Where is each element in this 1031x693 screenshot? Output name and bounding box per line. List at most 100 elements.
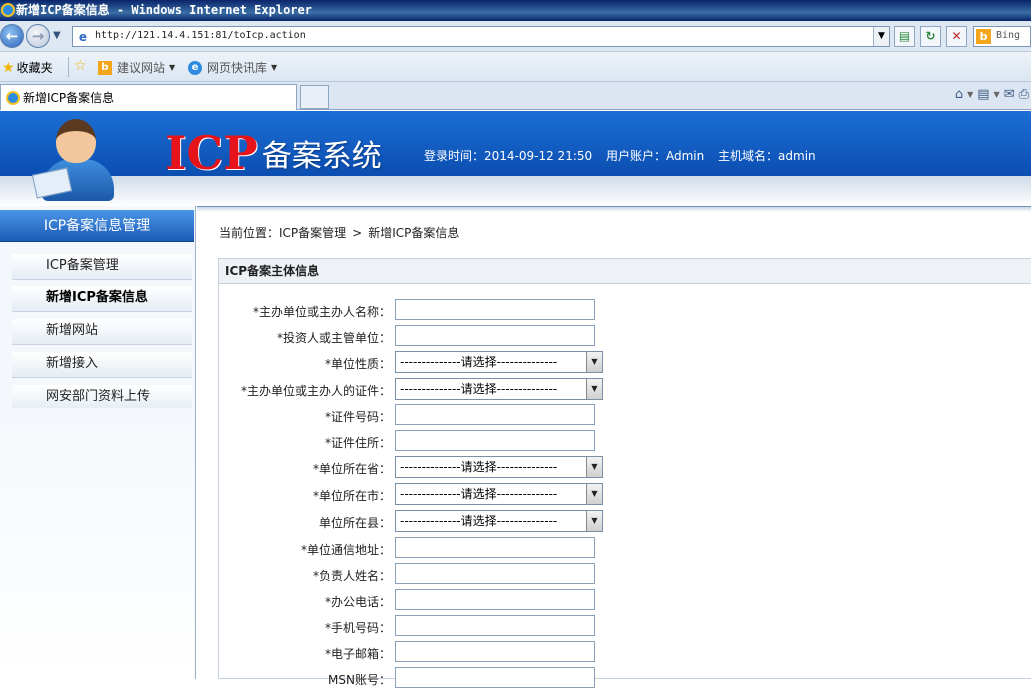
- favorites-item-label: 建议网站: [117, 61, 166, 75]
- login-time: 登录时间：2014-09-12 21:50: [424, 149, 593, 163]
- investor-input[interactable]: [395, 325, 595, 346]
- contact-name-input[interactable]: [395, 563, 595, 584]
- page-icon: e: [78, 30, 88, 44]
- field-label: *办公电话：: [324, 595, 391, 609]
- new-tab-button[interactable]: [300, 85, 329, 109]
- bing-icon: b: [976, 29, 991, 44]
- feeds-icon[interactable]: ▤: [977, 87, 989, 102]
- favorites-button[interactable]: ★ 收藏夹: [2, 59, 53, 76]
- mail-icon[interactable]: ✉: [1004, 87, 1015, 102]
- user-account: 用户账户：Admin: [605, 149, 705, 163]
- sidebar: ICP备案信息管理 ICP备案管理 新增ICP备案信息 新增网站 新增接入 网安…: [0, 206, 196, 679]
- logo-main-text: ICP: [165, 126, 258, 180]
- breadcrumb-current: 新增ICP备案信息: [368, 226, 460, 240]
- mailing-address-input[interactable]: [395, 537, 595, 558]
- system-logo: ICP 备案系统: [165, 127, 382, 179]
- logo-sub-text: 备案系统: [261, 139, 382, 174]
- chevron-down-icon[interactable]: ▼: [586, 352, 602, 372]
- field-label: *手机号码：: [324, 621, 391, 635]
- certificate-type-select[interactable]: --------------请选择-------------- ▼: [395, 378, 603, 400]
- star-icon: ★: [2, 59, 15, 76]
- field-label: MSN账号：: [328, 673, 391, 687]
- back-button[interactable]: ←: [0, 24, 24, 48]
- internet-explorer-icon: e: [188, 60, 202, 75]
- host-domain: 主机域名：admin: [718, 149, 816, 163]
- field-label: *负责人姓名：: [312, 569, 391, 583]
- form-title: ICP备案主体信息: [219, 259, 1031, 284]
- form-row: *手机号码：: [219, 615, 1031, 641]
- form-row: MSN账号：: [219, 667, 1031, 693]
- user-avatar-illustration: [31, 119, 124, 204]
- field-label: *单位所在市：: [312, 489, 391, 503]
- address-dropdown[interactable]: ▼: [873, 27, 889, 46]
- command-bar: ⌂ ▼ ▤ ▼ ✉ ⎙: [955, 87, 1029, 102]
- favorites-item-web-slice-gallery[interactable]: e 网页快讯库 ▼: [188, 59, 277, 76]
- login-info: 登录时间：2014-09-12 21:50 用户账户：Admin 主机域名：ad…: [424, 147, 826, 164]
- unit-nature-select[interactable]: --------------请选择-------------- ▼: [395, 351, 603, 373]
- field-label: 单位所在县：: [318, 516, 391, 530]
- address-bar[interactable]: e http://121.14.4.151:81/toIcp.action ▼: [72, 26, 890, 47]
- favorites-item-label: 网页快讯库: [207, 61, 268, 75]
- favorites-item-suggested-sites[interactable]: b 建议网站 ▼: [98, 59, 175, 76]
- form-row: *单位所在市： --------------请选择-------------- …: [219, 483, 1031, 509]
- county-select[interactable]: --------------请选择-------------- ▼: [395, 510, 603, 532]
- address-toolbar: ← → ▼ e http://121.14.4.151:81/toIcp.act…: [0, 21, 1031, 52]
- certificate-address-input[interactable]: [395, 430, 595, 451]
- home-icon[interactable]: ⌂: [955, 87, 963, 102]
- bing-icon: b: [98, 60, 112, 75]
- main-top-border: [197, 206, 1031, 212]
- form-row: *主办单位或主办人的证件： --------------请选择---------…: [219, 378, 1031, 404]
- select-value: --------------请选择--------------: [400, 355, 558, 369]
- favorites-bar: ★ 收藏夹 ☆ b 建议网站 ▼ e 网页快讯库 ▼: [0, 52, 1031, 82]
- refresh-icon[interactable]: ↻: [920, 26, 941, 47]
- chevron-down-icon[interactable]: ▼: [586, 379, 602, 399]
- compatibility-view-icon[interactable]: ▤: [894, 26, 915, 47]
- sidebar-item-new-website[interactable]: 新增网站: [12, 319, 192, 345]
- chevron-down-icon[interactable]: ▼: [586, 484, 602, 504]
- chevron-down-icon[interactable]: ▼: [994, 90, 1000, 99]
- chevron-down-icon[interactable]: ▼: [967, 90, 973, 99]
- field-label: *电子邮箱：: [324, 647, 391, 661]
- tab-current-page[interactable]: 新增ICP备案信息: [0, 84, 297, 110]
- internet-explorer-icon: [1, 3, 15, 17]
- page-banner: ICP 备案系统 登录时间：2014-09-12 21:50 用户账户：Admi…: [0, 111, 1031, 206]
- print-icon[interactable]: ⎙: [1019, 87, 1029, 102]
- email-input[interactable]: [395, 641, 595, 662]
- tab-title: 新增ICP备案信息: [23, 91, 115, 105]
- sidebar-item-new-icp-record[interactable]: 新增ICP备案信息: [12, 286, 192, 312]
- form-row: *证件号码：: [219, 404, 1031, 430]
- field-label: *主办单位或主办人的证件：: [240, 384, 391, 398]
- select-value: --------------请选择--------------: [400, 514, 558, 528]
- province-select[interactable]: --------------请选择-------------- ▼: [395, 456, 603, 478]
- form-row: *电子邮箱：: [219, 641, 1031, 667]
- sidebar-item-icp-management[interactable]: ICP备案管理: [12, 254, 192, 280]
- breadcrumb-prefix: 当前位置：ICP备案管理: [219, 226, 347, 240]
- sidebar-item-new-access[interactable]: 新增接入: [12, 352, 192, 378]
- chevron-down-icon: ▼: [169, 63, 176, 72]
- stop-icon[interactable]: ✕: [946, 26, 967, 47]
- form-row: *单位通信地址：: [219, 537, 1031, 563]
- forward-button[interactable]: →: [26, 24, 50, 48]
- field-label: *主办单位或主办人名称：: [252, 305, 391, 319]
- chevron-down-icon[interactable]: ▼: [586, 457, 602, 477]
- form-row: *负责人姓名：: [219, 563, 1031, 589]
- office-phone-input[interactable]: [395, 589, 595, 610]
- main-content: 当前位置：ICP备案管理 > 新增ICP备案信息 ICP备案主体信息 *主办单位或主…: [197, 206, 1031, 688]
- city-select[interactable]: --------------请选择-------------- ▼: [395, 483, 603, 505]
- tab-bar: 新增ICP备案信息 ⌂ ▼ ▤ ▼ ✉ ⎙: [0, 82, 1031, 110]
- field-label: *投资人或主管单位：: [276, 331, 391, 345]
- recent-pages-dropdown[interactable]: ▼: [53, 30, 61, 41]
- mobile-phone-input[interactable]: [395, 615, 595, 636]
- chevron-down-icon[interactable]: ▼: [586, 511, 602, 531]
- field-label: *证件住所：: [324, 436, 391, 450]
- sidebar-background: [0, 408, 194, 679]
- field-label: *证件号码：: [324, 410, 391, 424]
- form-row: 单位所在县： --------------请选择-------------- ▼: [219, 510, 1031, 536]
- sponsor-name-input[interactable]: [395, 299, 595, 320]
- address-url[interactable]: http://121.14.4.151:81/toIcp.action: [95, 30, 306, 41]
- search-box[interactable]: b Bing: [973, 26, 1031, 47]
- add-favorite-icon[interactable]: ☆: [74, 58, 87, 74]
- certificate-number-input[interactable]: [395, 404, 595, 425]
- banner-stripe: [0, 176, 1031, 206]
- msn-account-input[interactable]: [395, 667, 595, 688]
